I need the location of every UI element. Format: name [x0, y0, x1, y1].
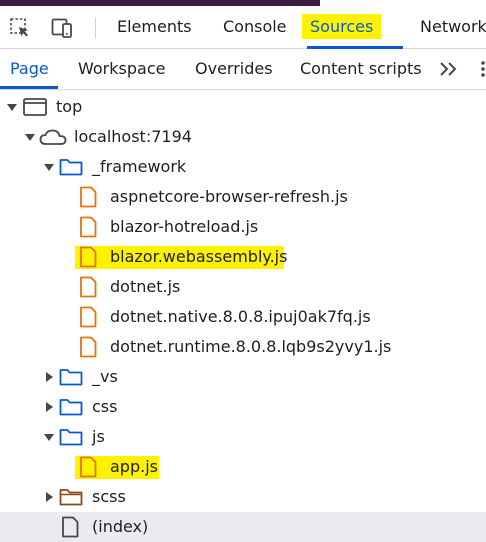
tab-console[interactable]: Console: [223, 6, 287, 48]
folder-icon: [59, 399, 83, 416]
collapsed-arrow-icon[interactable]: [43, 371, 55, 383]
tree-item-origin[interactable]: localhost:7194: [0, 122, 486, 152]
toolbar-separator: [95, 17, 96, 39]
tab-elements[interactable]: Elements: [117, 6, 192, 48]
tree-item-label: blazor-hotreload.js: [110, 217, 259, 236]
tree-item-file[interactable]: dotnet.runtime.8.0.8.lqb9s2yvy1.js: [0, 332, 486, 362]
file-script-icon: [80, 216, 97, 238]
expanded-arrow-icon[interactable]: [6, 101, 18, 113]
tab-sources-label: Sources: [302, 14, 382, 39]
tree-item-label: _vs: [92, 367, 118, 386]
file-script-icon: [80, 306, 97, 328]
folder-icon: [59, 429, 83, 446]
file-script-icon: [80, 186, 97, 208]
subtab-underline: [0, 86, 58, 89]
tree-item-top[interactable]: top: [0, 92, 486, 122]
tree-item-label: dotnet.js: [110, 277, 181, 296]
double-chevron-right-icon[interactable]: [436, 59, 462, 79]
devtools-toolbar: Elements Console Sources Network: [0, 6, 486, 49]
tree-item-folder-framework[interactable]: _framework: [0, 152, 486, 182]
element-picker-icon[interactable]: [8, 16, 32, 40]
collapsed-arrow-icon[interactable]: [43, 491, 55, 503]
tree-item-folder-js[interactable]: js: [0, 422, 486, 452]
tree-item-label: aspnetcore-browser-refresh.js: [110, 187, 348, 206]
frame-icon: [23, 98, 47, 116]
tab-sources[interactable]: Sources: [302, 6, 382, 48]
tree-item-folder-scss[interactable]: scss: [0, 482, 486, 512]
expanded-arrow-icon[interactable]: [43, 431, 55, 443]
tree-item-label: top: [56, 97, 83, 116]
tree-item-file-highlighted[interactable]: app.js: [0, 452, 486, 482]
subtab-content-scripts[interactable]: Content scripts: [300, 49, 422, 89]
tree-item-label: (index): [92, 517, 149, 536]
subtab-workspace[interactable]: Workspace: [78, 49, 165, 89]
tree-item-file[interactable]: aspnetcore-browser-refresh.js: [0, 182, 486, 212]
device-toggle-icon[interactable]: [50, 16, 74, 40]
tree-item-label: _framework: [92, 157, 187, 176]
tree-item-folder-vs[interactable]: _vs: [0, 362, 486, 392]
tree-item-folder-css[interactable]: css: [0, 392, 486, 422]
tree-item-label: dotnet.runtime.8.0.8.lqb9s2yvy1.js: [110, 337, 392, 356]
tree-item-label: blazor.webassembly.js: [110, 247, 288, 266]
expanded-arrow-icon[interactable]: [43, 161, 55, 173]
folder-icon: [59, 489, 83, 506]
subtab-page[interactable]: Page: [10, 49, 49, 89]
subtab-overrides[interactable]: Overrides: [195, 49, 273, 89]
file-script-icon: [80, 336, 97, 358]
tree-item-label: dotnet.native.8.0.8.ipuj0ak7fq.js: [110, 307, 371, 326]
tree-item-label: css: [92, 397, 118, 416]
tree-item-label: js: [92, 427, 105, 446]
tree-item-file[interactable]: dotnet.native.8.0.8.ipuj0ak7fq.js: [0, 302, 486, 332]
tab-network[interactable]: Network: [420, 6, 486, 48]
tree-item-index[interactable]: (index): [0, 512, 486, 542]
kebab-menu-icon[interactable]: [477, 59, 486, 79]
file-document-icon: [62, 516, 79, 538]
file-script-icon: [80, 276, 97, 298]
collapsed-arrow-icon[interactable]: [43, 401, 55, 413]
sources-subtabs: Page Workspace Overrides Content scripts: [0, 49, 486, 90]
file-script-icon: [80, 456, 97, 478]
cloud-icon: [39, 129, 67, 145]
tree-item-label: localhost:7194: [74, 127, 192, 146]
tree-item-label: app.js: [110, 457, 158, 476]
folder-icon: [59, 369, 83, 386]
tree-item-label: scss: [92, 487, 126, 506]
tree-item-file[interactable]: blazor-hotreload.js: [0, 212, 486, 242]
tree-item-file[interactable]: dotnet.js: [0, 272, 486, 302]
expanded-arrow-icon[interactable]: [24, 131, 36, 143]
file-script-icon: [80, 246, 97, 268]
folder-icon: [59, 159, 83, 176]
tree-item-file-highlighted[interactable]: blazor.webassembly.js: [0, 242, 486, 272]
